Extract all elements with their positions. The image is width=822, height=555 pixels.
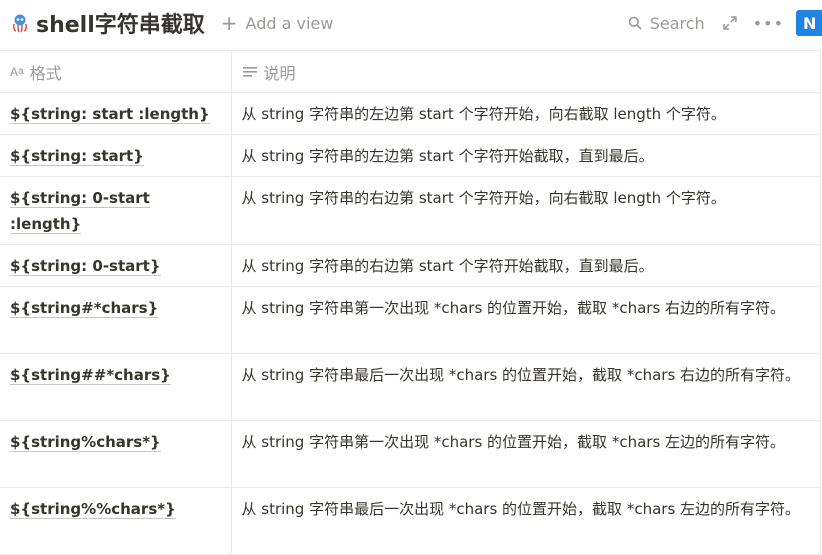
format-cell[interactable]: ${string: start}	[0, 134, 231, 177]
add-view-label: Add a view	[245, 13, 334, 33]
table-row[interactable]: ${string: 0-start} 从 string 字符串的右边第 star…	[0, 244, 821, 287]
table-row[interactable]: ${string: 0-start :length} 从 string 字符串的…	[0, 176, 821, 245]
search-label: Search	[649, 13, 705, 33]
more-options-icon[interactable]: •••	[753, 14, 784, 33]
format-text: ${string: 0-start :length}	[10, 189, 150, 234]
description-cell[interactable]: 从 string 字符串第一次出现 *chars 的位置开始，截取 *chars…	[230, 420, 821, 488]
description-cell[interactable]: 从 string 字符串最后一次出现 *chars 的位置开始，截取 *char…	[230, 487, 821, 555]
new-button[interactable]: N	[796, 10, 822, 36]
format-text: ${string#*chars}	[10, 299, 159, 318]
format-text: ${string: start :length}	[10, 105, 210, 124]
description-cell[interactable]: 从 string 字符串的右边第 start 个字符开始截取，直到最后。	[230, 244, 821, 287]
search-icon	[628, 16, 642, 30]
expand-icon[interactable]	[722, 16, 737, 30]
page-title: shell字符串截取	[36, 13, 205, 38]
table-row[interactable]: ${string: start :length} 从 string 字符串的左边…	[0, 92, 821, 135]
format-text: ${string%%chars*}	[10, 500, 176, 519]
format-text: ${string%chars*}	[10, 433, 161, 452]
column-header-description[interactable]: 说明	[230, 50, 821, 93]
format-cell[interactable]: ${string##*chars}	[0, 353, 231, 421]
table-row[interactable]: ${string##*chars} 从 string 字符串最后一次出现 *ch…	[0, 353, 821, 421]
format-text: ${string: 0-start}	[10, 257, 161, 276]
format-text: ${string##*chars}	[10, 366, 171, 385]
search-button[interactable]: Search	[628, 14, 705, 33]
table-row[interactable]: ${string: start} 从 string 字符串的左边第 start …	[0, 134, 821, 177]
format-cell[interactable]: ${string: 0-start :length}	[0, 176, 231, 245]
format-cell[interactable]: ${string: 0-start}	[0, 244, 231, 287]
table-header-row: Aa 格式 说明	[0, 50, 821, 93]
format-cell[interactable]: ${string: start :length}	[0, 92, 231, 135]
text-aa-icon: Aa	[10, 64, 24, 79]
octopus-icon[interactable]	[8, 11, 32, 35]
description-cell[interactable]: 从 string 字符串的左边第 start 个字符开始截取，直到最后。	[230, 134, 821, 177]
top-bar: shell字符串截取 + Add a view Search ••• N	[0, 0, 822, 46]
table-row[interactable]: ${string#*chars} 从 string 字符串第一次出现 *char…	[0, 286, 821, 354]
column-header-format[interactable]: Aa 格式	[0, 50, 231, 93]
format-text: ${string: start}	[10, 147, 144, 166]
format-cell[interactable]: ${string#*chars}	[0, 286, 231, 354]
column-header-label: 格式	[29, 63, 62, 83]
format-cell[interactable]: ${string%%chars*}	[0, 487, 231, 555]
title-area: shell字符串截取	[8, 7, 205, 39]
description-cell[interactable]: 从 string 字符串最后一次出现 *chars 的位置开始，截取 *char…	[230, 353, 821, 421]
toolbar-right: Search ••• N	[628, 0, 822, 46]
column-header-label: 说明	[263, 63, 296, 83]
data-table: Aa 格式 说明 ${string: start:length} 从 stri…	[0, 50, 821, 555]
description-cell[interactable]: 从 string 字符串的右边第 start 个字符开始，向右截取 length…	[230, 176, 821, 245]
text-lines-icon	[242, 65, 258, 79]
add-view-button[interactable]: + Add a view	[221, 13, 334, 33]
format-cell[interactable]: ${string%chars*}	[0, 420, 231, 488]
table-row[interactable]: ${string%%chars*} 从 string 字符串最后一次出现 *ch…	[0, 487, 821, 555]
plus-icon: +	[220, 11, 238, 35]
table-row[interactable]: ${string%chars*} 从 string 字符串第一次出现 *char…	[0, 420, 821, 488]
description-cell[interactable]: 从 string 字符串第一次出现 *chars 的位置开始，截取 *chars…	[230, 286, 821, 354]
description-cell[interactable]: 从 string 字符串的左边第 start 个字符开始，向右截取 length…	[230, 92, 821, 135]
